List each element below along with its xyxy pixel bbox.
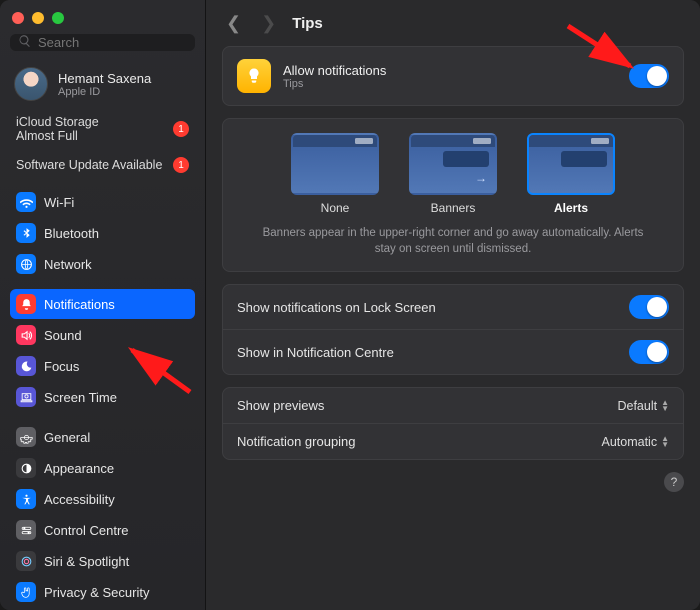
network-icon: [16, 254, 36, 274]
sidebar-item-focus[interactable]: Focus: [10, 351, 195, 381]
sidebar-item-siri-spotlight[interactable]: Siri & Spotlight: [10, 546, 195, 576]
screen-time-icon: [16, 387, 36, 407]
sidebar-item-label: Appearance: [44, 461, 114, 476]
show-previews-label: Show previews: [237, 398, 324, 413]
badge: 1: [173, 121, 189, 137]
focus-icon: [16, 356, 36, 376]
sidebar-item-label: Sound: [44, 328, 82, 343]
sidebar-item-notifications[interactable]: Notifications: [10, 289, 195, 319]
apple-id-row[interactable]: Hemant Saxena Apple ID: [10, 61, 195, 111]
accessibility-icon: [16, 489, 36, 509]
sidebar-item-label: Accessibility: [44, 492, 115, 507]
close-window[interactable]: [12, 12, 24, 24]
sidebar-item-privacy-security[interactable]: Privacy & Security: [10, 577, 195, 607]
alert-style-alerts[interactable]: Alerts: [527, 133, 615, 215]
avatar: [14, 67, 48, 101]
software-update-label: Software Update Available: [16, 158, 162, 172]
notification-grouping-value: Automatic: [601, 435, 657, 449]
sidebar-item-label: Wi-Fi: [44, 195, 74, 210]
lockscreen-toggle[interactable]: [629, 295, 669, 319]
alert-style-card: None → Banners Alerts Banners appear in …: [222, 118, 684, 272]
sidebar-item-label: Network: [44, 257, 92, 272]
sound-icon: [16, 325, 36, 345]
sidebar-item-general[interactable]: General: [10, 422, 195, 452]
notification-grouping-label: Notification grouping: [237, 434, 356, 449]
notification-centre-label: Show in Notification Centre: [237, 345, 394, 360]
system-settings-window: Hemant Saxena Apple ID iCloud Storage Al…: [0, 0, 700, 610]
notification-grouping-row[interactable]: Notification grouping Automatic ▲▼: [223, 423, 683, 459]
hand-icon: [16, 582, 36, 602]
sidebar-item-label: Privacy & Security: [44, 585, 149, 600]
lock-centre-card: Show notifications on Lock Screen Show i…: [222, 284, 684, 375]
alert-style-none[interactable]: None: [291, 133, 379, 215]
style-description: Banners appear in the upper-right corner…: [223, 221, 683, 271]
wifi-icon: [16, 192, 36, 212]
sidebar-item-label: Control Centre: [44, 523, 129, 538]
lockscreen-label: Show notifications on Lock Screen: [237, 300, 436, 315]
search-field[interactable]: [10, 34, 195, 51]
show-previews-value: Default: [617, 399, 657, 413]
sidebar-item-network[interactable]: Network: [10, 249, 195, 279]
badge: 1: [173, 157, 189, 173]
sidebar-item-label: Focus: [44, 359, 79, 374]
sidebar-item-wifi[interactable]: Wi-Fi: [10, 187, 195, 217]
sidebar-item-label: General: [44, 430, 90, 445]
style-label-none: None: [321, 201, 350, 215]
sidebar: Hemant Saxena Apple ID iCloud Storage Al…: [0, 0, 206, 610]
titlebar: ❮ ❯ Tips: [222, 0, 684, 46]
sidebar-item-screen-time[interactable]: Screen Time: [10, 382, 195, 412]
gear-icon: [16, 427, 36, 447]
user-sub: Apple ID: [58, 86, 151, 98]
icloud-storage-line2: Almost Full: [16, 129, 99, 143]
window-controls: [10, 10, 195, 34]
app-name: Tips: [283, 78, 386, 90]
bell-icon: [16, 294, 36, 314]
allow-notifications-label: Allow notifications: [283, 63, 386, 78]
previews-grouping-card: Show previews Default ▲▼ Notification gr…: [222, 387, 684, 460]
sidebar-item-accessibility[interactable]: Accessibility: [10, 484, 195, 514]
allow-notifications-card: Allow notifications Tips: [222, 46, 684, 106]
chevron-updown-icon: ▲▼: [661, 436, 669, 448]
search-input[interactable]: [38, 35, 214, 50]
show-previews-row[interactable]: Show previews Default ▲▼: [223, 388, 683, 423]
allow-notifications-toggle[interactable]: [629, 64, 669, 88]
sidebar-item-control-centre[interactable]: Control Centre: [10, 515, 195, 545]
sidebar-item-sound[interactable]: Sound: [10, 320, 195, 350]
back-button[interactable]: ❮: [222, 11, 245, 36]
chevron-updown-icon: ▲▼: [661, 400, 669, 412]
sidebar-item-appearance[interactable]: Appearance: [10, 453, 195, 483]
search-icon: [18, 34, 32, 51]
help-button[interactable]: ?: [664, 472, 684, 492]
minimize-window[interactable]: [32, 12, 44, 24]
appearance-icon: [16, 458, 36, 478]
icloud-storage-line1: iCloud Storage: [16, 115, 99, 129]
page-title: Tips: [292, 15, 323, 32]
icloud-storage-alert[interactable]: iCloud Storage Almost Full 1: [10, 111, 195, 147]
style-label-alerts: Alerts: [554, 201, 588, 215]
software-update-alert[interactable]: Software Update Available 1: [10, 153, 195, 177]
sidebar-item-label: Screen Time: [44, 390, 117, 405]
zoom-window[interactable]: [52, 12, 64, 24]
main-panel: ❮ ❯ Tips Allow notifications Tips: [206, 0, 700, 610]
notification-centre-toggle[interactable]: [629, 340, 669, 364]
tips-app-icon: [237, 59, 271, 93]
sidebar-item-label: Bluetooth: [44, 226, 99, 241]
forward-button[interactable]: ❯: [257, 11, 280, 36]
sidebar-item-bluetooth[interactable]: Bluetooth: [10, 218, 195, 248]
bluetooth-icon: [16, 223, 36, 243]
alert-style-banners[interactable]: → Banners: [409, 133, 497, 215]
siri-icon: [16, 551, 36, 571]
user-name: Hemant Saxena: [58, 71, 151, 86]
sidebar-item-label: Siri & Spotlight: [44, 554, 129, 569]
style-label-banners: Banners: [431, 201, 476, 215]
sidebar-item-label: Notifications: [44, 297, 115, 312]
control-centre-icon: [16, 520, 36, 540]
